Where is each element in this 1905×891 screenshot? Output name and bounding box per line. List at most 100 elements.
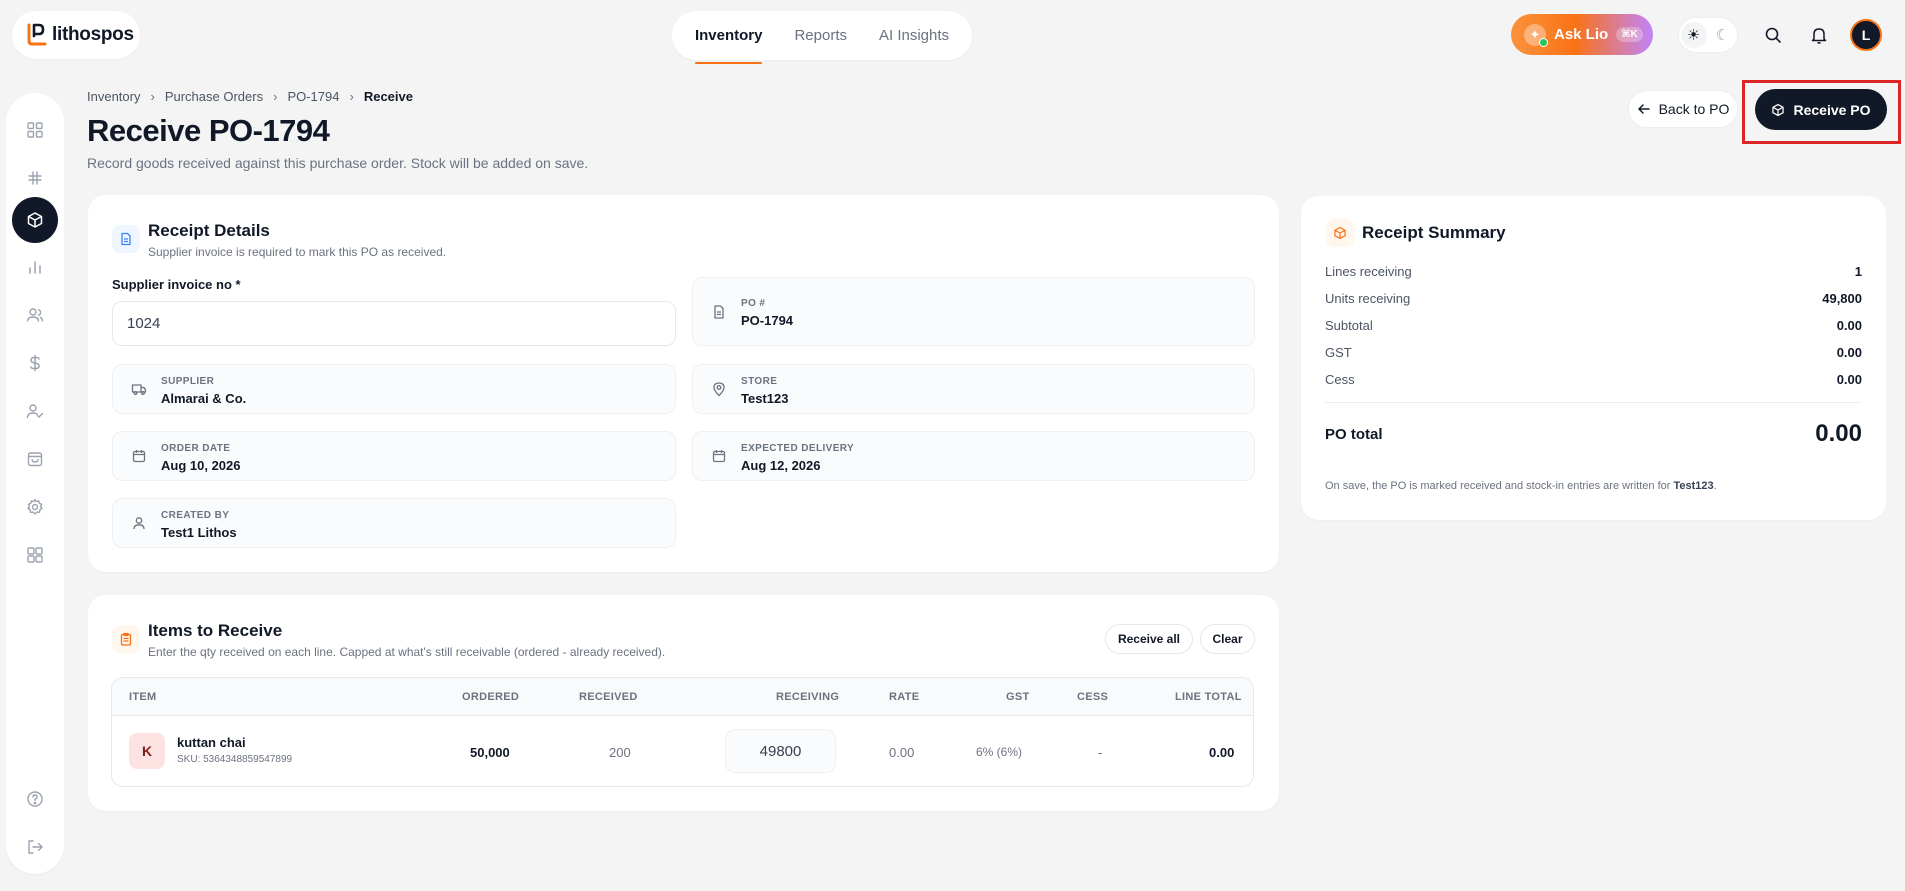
- supplier-invoice-input[interactable]: 1024: [112, 301, 676, 346]
- receipt-details-title: Receipt Details: [148, 221, 270, 240]
- po-total-value: 0.00: [1815, 420, 1862, 447]
- expected-delivery-value: Aug 12, 2026: [741, 458, 821, 473]
- document-icon: [112, 225, 140, 253]
- col-item: ITEM: [129, 691, 157, 703]
- map-pin-icon: [713, 382, 725, 397]
- sidebar-item-settings[interactable]: [12, 484, 58, 530]
- moon-icon[interactable]: ☾: [1710, 22, 1736, 48]
- sidebar-item-finance[interactable]: [12, 340, 58, 386]
- sidebar-item-pos[interactable]: [12, 155, 58, 201]
- calendar-icon: [712, 450, 726, 463]
- col-line-total: LINE TOTAL: [1175, 691, 1242, 703]
- lithospos-logo-icon: [27, 23, 47, 46]
- user-avatar[interactable]: L: [1850, 19, 1882, 51]
- summary-row-gst: GST 0.00: [1325, 345, 1862, 360]
- col-received: RECEIVED: [579, 691, 638, 703]
- ask-lio-button[interactable]: ✦ Ask Lio ⌘K: [1511, 14, 1653, 55]
- grid-icon: [27, 122, 43, 138]
- created-by-value: Test1 Lithos: [161, 525, 237, 540]
- chevron-right-icon: ›: [273, 89, 278, 104]
- breadcrumb: Inventory › Purchase Orders › PO-1794 › …: [87, 89, 413, 104]
- receipt-details-subtitle: Supplier invoice is required to mark thi…: [148, 245, 447, 259]
- ask-lio-label: Ask Lio: [1554, 26, 1609, 43]
- help-icon: [27, 791, 43, 807]
- sidebar-item-orders[interactable]: [12, 436, 58, 482]
- summary-label: Cess: [1325, 372, 1355, 387]
- users-icon: [26, 308, 44, 322]
- theme-toggle[interactable]: ☀ ☾: [1678, 17, 1738, 53]
- summary-value: 1: [1854, 264, 1862, 279]
- bell-icon[interactable]: [1805, 21, 1833, 49]
- sidebar-item-inventory[interactable]: [12, 197, 58, 243]
- search-icon[interactable]: [1759, 21, 1787, 49]
- dollar-icon: [30, 354, 40, 372]
- items-title: Items to Receive: [148, 621, 283, 640]
- box-icon: [27, 212, 43, 228]
- page-subtitle: Record goods received against this purch…: [87, 155, 589, 171]
- clear-button[interactable]: Clear: [1200, 624, 1255, 654]
- page-title: Receive PO-1794: [87, 113, 330, 148]
- sidebar-item-reports[interactable]: [12, 244, 58, 290]
- truck-icon: [131, 384, 147, 395]
- chevron-right-icon: ›: [150, 89, 155, 104]
- logout-icon: [28, 840, 43, 854]
- summary-value: 0.00: [1836, 372, 1862, 387]
- sidebar-item-logout[interactable]: [12, 824, 58, 870]
- summary-row-lines: Lines receiving 1: [1325, 264, 1862, 279]
- sidebar-item-dashboard[interactable]: [12, 107, 58, 153]
- expected-delivery-box: EXPECTED DELIVERY Aug 12, 2026: [692, 431, 1255, 481]
- sidebar-item-help[interactable]: [12, 776, 58, 822]
- breadcrumb-po[interactable]: PO-1794: [287, 89, 339, 104]
- receipt-summary-title: Receipt Summary: [1362, 223, 1506, 242]
- summary-row-units: Units receiving 49,800: [1325, 291, 1862, 306]
- sparkle-icon: ✦: [1524, 23, 1548, 47]
- col-gst: GST: [1006, 691, 1030, 703]
- table-header: ITEM ORDERED RECEIVED RECEIVING RATE GST…: [112, 678, 1253, 716]
- sidebar-item-apps[interactable]: [12, 532, 58, 578]
- receive-po-label: Receive PO: [1793, 101, 1871, 118]
- supplier-label: SUPPLIER: [161, 376, 215, 387]
- summary-note-store: Test123: [1673, 480, 1714, 492]
- summary-total-row: PO total 0.00: [1325, 420, 1862, 448]
- cess-value: -: [1098, 745, 1103, 760]
- bar-chart-icon: [29, 261, 41, 274]
- summary-note-text: On save, the PO is marked received and s…: [1325, 480, 1674, 492]
- receive-all-button[interactable]: Receive all: [1105, 624, 1193, 654]
- user-check-icon: [26, 404, 44, 419]
- box-icon: [1772, 103, 1785, 116]
- back-to-po-button[interactable]: Back to PO: [1628, 90, 1738, 128]
- items-table: ITEM ORDERED RECEIVED RECEIVING RATE GST…: [111, 677, 1254, 787]
- arrow-left-icon: [1637, 104, 1650, 114]
- tab-inventory[interactable]: Inventory: [679, 11, 779, 64]
- sidebar-item-customers[interactable]: [12, 292, 58, 338]
- col-receiving: RECEIVING: [776, 691, 840, 703]
- summary-note-end: .: [1713, 480, 1717, 492]
- sidebar: [6, 93, 64, 874]
- tab-reports[interactable]: Reports: [778, 11, 863, 60]
- brand-logo[interactable]: lithospos: [12, 11, 140, 59]
- gear-icon: [27, 498, 43, 515]
- box-icon: [1326, 219, 1354, 247]
- invoice-label: Supplier invoice no *: [112, 277, 241, 292]
- item-name: kuttan chai: [177, 735, 246, 750]
- sidebar-item-staff[interactable]: [12, 388, 58, 434]
- breadcrumb-inventory[interactable]: Inventory: [87, 89, 140, 104]
- file-icon: [714, 304, 724, 319]
- summary-value: 0.00: [1836, 345, 1862, 360]
- back-to-po-label: Back to PO: [1658, 101, 1730, 117]
- tab-ai-insights[interactable]: AI Insights: [863, 11, 965, 60]
- order-date-box: ORDER DATE Aug 10, 2026: [112, 431, 676, 481]
- receiving-qty-input[interactable]: 49800: [725, 729, 836, 773]
- summary-label: Subtotal: [1325, 318, 1373, 333]
- receive-po-button[interactable]: Receive PO: [1755, 89, 1887, 130]
- user-icon: [133, 517, 145, 530]
- summary-note: On save, the PO is marked received and s…: [1325, 480, 1717, 492]
- apps-icon: [27, 547, 43, 563]
- table-row: K kuttan chai SKU: 5364348859547899 50,0…: [112, 716, 1253, 786]
- sun-icon[interactable]: ☀: [1680, 22, 1707, 48]
- created-by-box: CREATED BY Test1 Lithos: [112, 498, 676, 548]
- item-avatar: K: [129, 733, 165, 769]
- col-rate: RATE: [889, 691, 920, 703]
- breadcrumb-purchase-orders[interactable]: Purchase Orders: [165, 89, 263, 104]
- shortcut-badge: ⌘K: [1616, 27, 1643, 42]
